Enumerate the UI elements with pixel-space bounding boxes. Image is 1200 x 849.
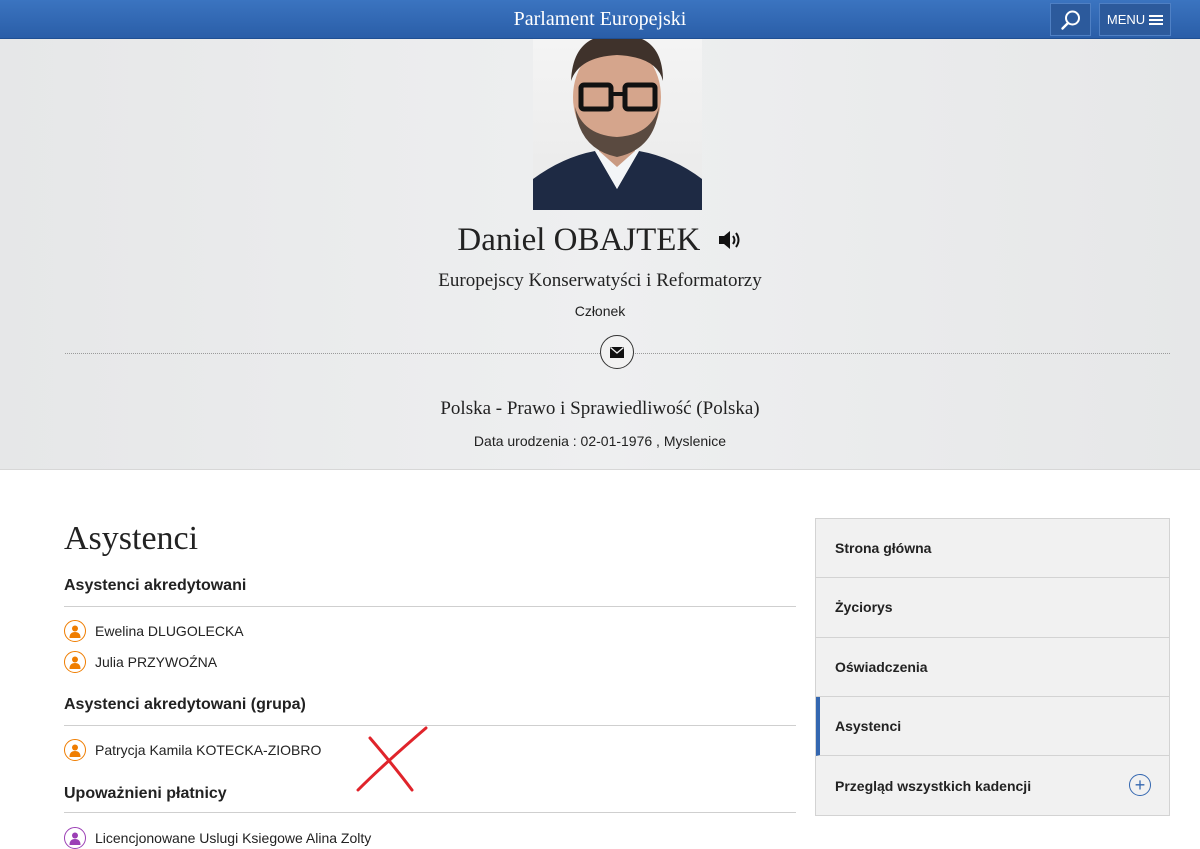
list-item[interactable]: Julia PRZYWOŹNA bbox=[64, 651, 217, 673]
birth-info: Data urodzenia : 02-01-1976 , Myslenice bbox=[473, 433, 727, 449]
hamburger-icon bbox=[1149, 13, 1164, 27]
menu-button[interactable]: MENU bbox=[1099, 3, 1171, 36]
mep-name-text: Daniel OBAJTEK bbox=[457, 222, 701, 258]
sidebar-item-cv[interactable]: Życiorys bbox=[816, 578, 1169, 638]
person-icon bbox=[64, 827, 86, 849]
person-icon bbox=[64, 620, 86, 642]
sidebar-item-declarations[interactable]: Oświadczenia bbox=[816, 638, 1169, 697]
person-name: Patrycja Kamila KOTECKA-ZIOBRO bbox=[95, 742, 322, 758]
speaker-icon[interactable] bbox=[717, 224, 743, 261]
person-name: Ewelina DLUGOLECKA bbox=[95, 623, 244, 639]
expand-plus-icon[interactable]: + bbox=[1129, 774, 1151, 797]
list-item[interactable]: Licencjonowane Uslugi Ksiegowe Alina Zol… bbox=[64, 827, 371, 849]
person-name: Julia PRZYWOŹNA bbox=[95, 654, 218, 670]
sidebar-item-label: Oświadczenia bbox=[835, 658, 928, 675]
profile-header: Daniel OBAJTEK Europejscy Konserwatyści … bbox=[0, 39, 1200, 470]
mail-icon bbox=[610, 346, 624, 358]
page-title: Asystenci bbox=[64, 520, 199, 557]
search-button[interactable] bbox=[1050, 3, 1091, 36]
section-title: Asystenci akredytowani bbox=[64, 577, 247, 594]
list-item[interactable]: Ewelina DLUGOLECKA bbox=[64, 620, 244, 642]
section-divider bbox=[64, 812, 796, 813]
person-icon bbox=[64, 651, 86, 673]
sidebar-item-all-terms[interactable]: Przegląd wszystkich kadencji + bbox=[816, 756, 1169, 815]
sidebar-item-label: Życiorys bbox=[835, 599, 893, 616]
sidebar-item-home[interactable]: Strona główna bbox=[816, 519, 1169, 579]
sidebar-item-label: Strona główna bbox=[835, 540, 932, 557]
sidebar-item-label: Asystenci bbox=[835, 718, 902, 735]
red-cross-annotation bbox=[356, 726, 428, 792]
menu-label: MENU bbox=[1106, 12, 1146, 27]
mep-photo bbox=[533, 39, 702, 210]
section-title: Upoważnieni płatnicy bbox=[64, 785, 227, 802]
sidebar-item-assistants[interactable]: Asystenci bbox=[816, 696, 1169, 757]
section-divider bbox=[64, 725, 796, 726]
sidebar-item-label: Przegląd wszystkich kadencji bbox=[835, 777, 1032, 794]
site-title[interactable]: Parlament Europejski bbox=[0, 8, 1200, 31]
person-name: Licencjonowane Uslugi Ksiegowe Alina Zol… bbox=[95, 830, 372, 846]
person-icon bbox=[64, 739, 86, 761]
political-group[interactable]: Europejscy Konserwatyści i Reformatorzy bbox=[0, 270, 1200, 292]
email-button[interactable] bbox=[600, 335, 634, 369]
country-party: Polska - Prawo i Sprawiedliwość (Polska) bbox=[440, 398, 760, 419]
section-title: Asystenci akredytowani (grupa) bbox=[64, 696, 306, 713]
sidebar-nav: Strona główna Życiorys Oświadczenia Asys… bbox=[815, 518, 1170, 817]
mep-name: Daniel OBAJTEK bbox=[0, 222, 1200, 261]
role-label: Członek bbox=[574, 303, 626, 319]
list-item[interactable]: Patrycja Kamila KOTECKA-ZIOBRO bbox=[64, 739, 321, 761]
search-icon bbox=[1060, 10, 1080, 30]
section-divider bbox=[64, 606, 796, 607]
top-bar: Parlament Europejski MENU bbox=[0, 0, 1200, 39]
